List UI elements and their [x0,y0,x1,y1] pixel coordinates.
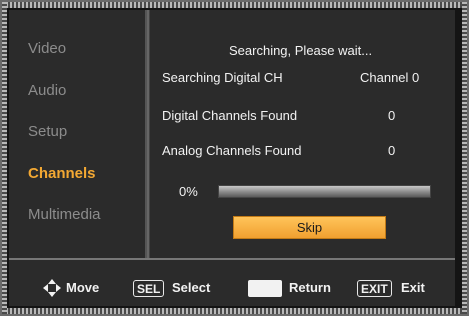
menu-item-audio[interactable]: Audio [28,82,66,99]
return-key-icon [248,280,282,297]
searching-digital-value: Channel 0 [360,70,420,85]
analog-channels-value: 0 [388,143,396,158]
exit-hint-label: Exit [401,280,425,295]
digital-channels-value: 0 [388,108,396,123]
frame-left-border [2,2,7,314]
frame-bottom-border [2,308,467,314]
menu-item-channels[interactable]: Channels [28,165,96,182]
progress-percent-text: 0% [179,184,198,199]
return-hint-label: Return [289,280,331,295]
dpad-arrows-icon [43,279,61,297]
searching-digital-label: Searching Digital CH [162,70,283,85]
move-hint-label: Move [66,280,100,295]
scan-status-text: Searching, Please wait... [229,43,373,58]
menu-item-setup[interactable]: Setup [28,123,67,140]
frame-right-border [462,2,467,314]
menu-item-multimedia[interactable]: Multimedia [28,206,101,223]
frame-top-border [2,2,467,8]
sel-key-icon: SEL [133,280,165,297]
select-hint-label: Select [172,280,211,295]
menu-item-video[interactable]: Video [28,40,66,57]
skip-button[interactable]: Skip [233,216,386,239]
analog-channels-label: Analog Channels Found [162,143,302,158]
scan-progress-bar [218,185,431,198]
digital-channels-label: Digital Channels Found [162,108,298,123]
exit-key-icon: EXIT [357,280,392,297]
